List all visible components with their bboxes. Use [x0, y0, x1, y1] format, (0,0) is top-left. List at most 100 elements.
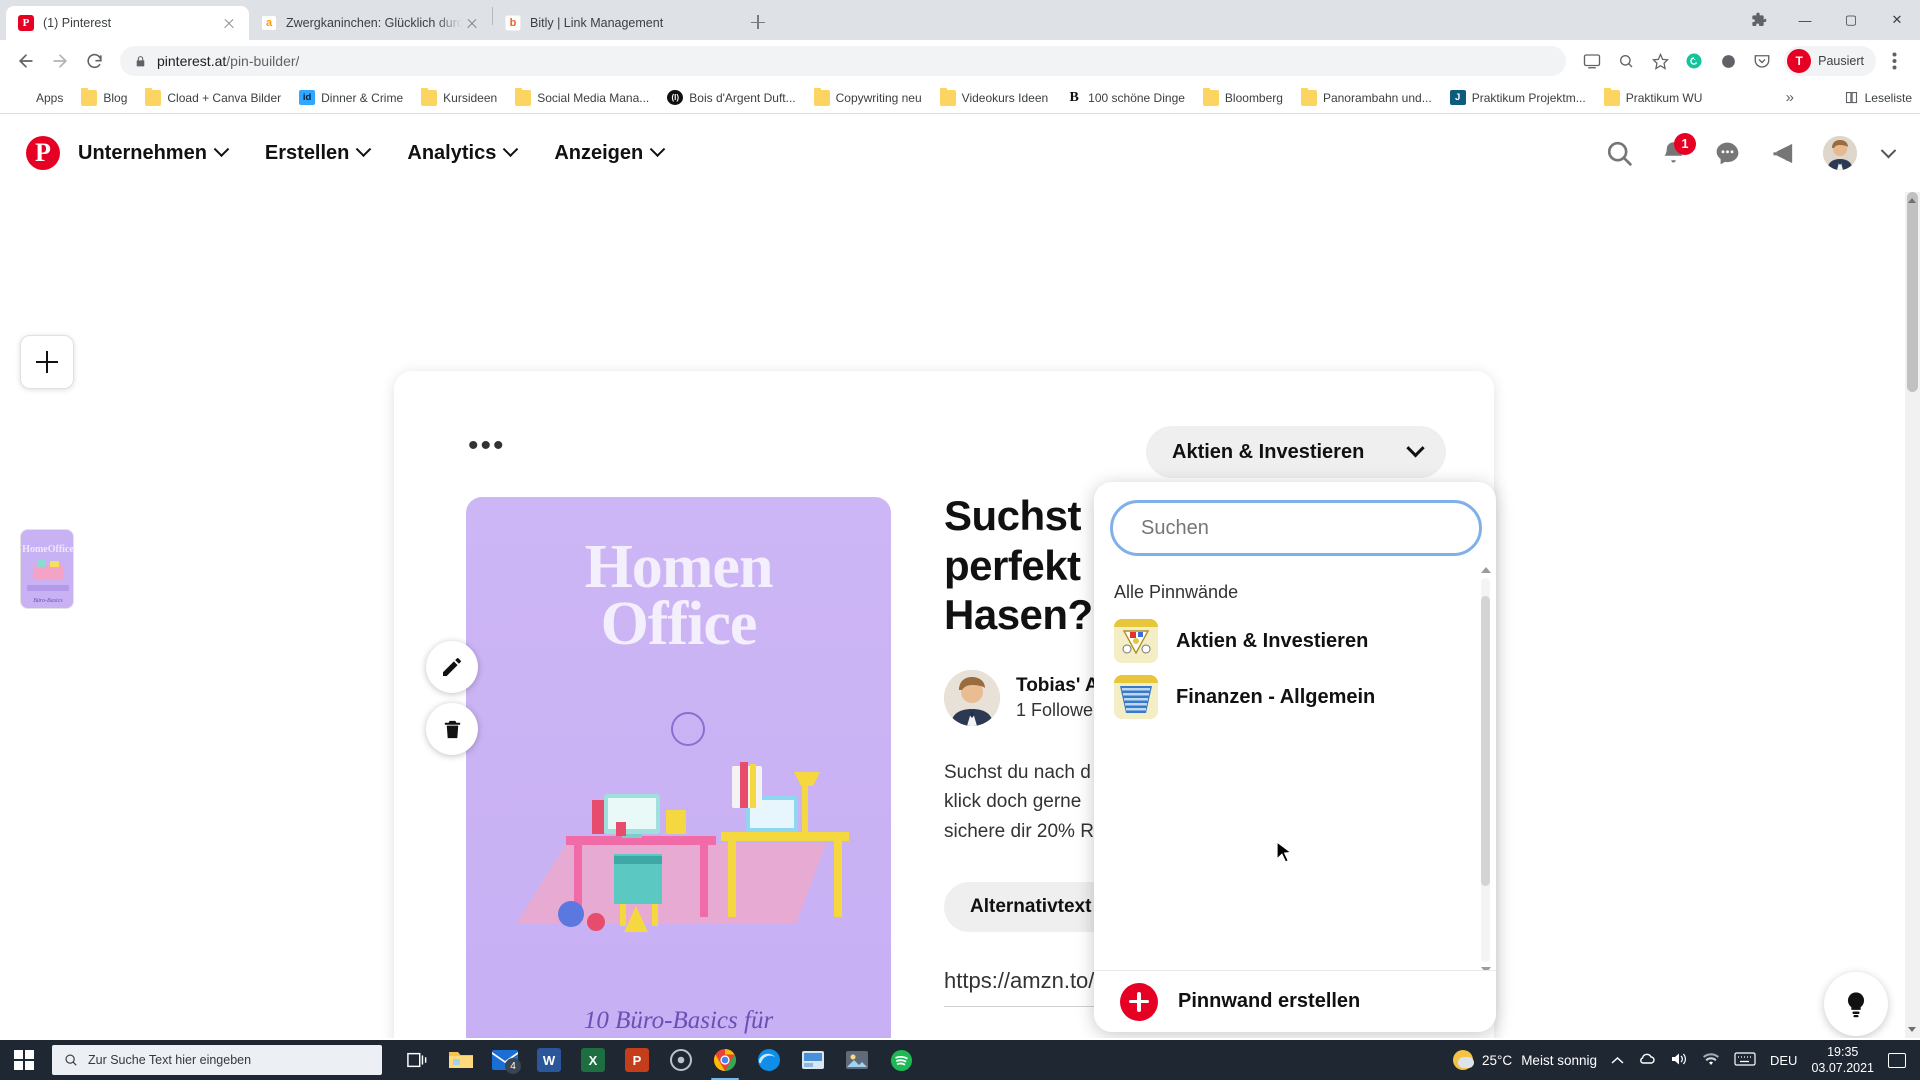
- chrome-button[interactable]: [704, 1040, 746, 1080]
- taskbar-search-input[interactable]: Zur Suche Text hier eingeben: [52, 1045, 382, 1075]
- alt-text-button[interactable]: Alternativtext: [944, 881, 1118, 932]
- nav-unternehmen[interactable]: Unternehmen: [78, 140, 230, 165]
- volume-icon[interactable]: [1670, 1051, 1688, 1070]
- bookmark-cload-canva[interactable]: Cload + Canva Bilder: [137, 86, 289, 110]
- create-board-row[interactable]: Pinnwand erstellen: [1094, 970, 1496, 1032]
- photos-button[interactable]: [836, 1040, 878, 1080]
- reload-icon[interactable]: [78, 45, 110, 77]
- onedrive-icon[interactable]: [1638, 1052, 1656, 1069]
- nav-analytics[interactable]: Analytics: [407, 140, 519, 165]
- account-menu-chevron-down-icon[interactable]: [1880, 142, 1897, 159]
- back-icon[interactable]: [10, 45, 42, 77]
- chrome-icon: [714, 1049, 736, 1071]
- clock[interactable]: 19:35 03.07.2021: [1811, 1044, 1874, 1076]
- board-select-value: Aktien & Investieren: [1172, 440, 1365, 463]
- pin-thumbnail[interactable]: HomeOffice Büro-Basics: [20, 529, 74, 609]
- media-button[interactable]: [660, 1040, 702, 1080]
- minimize-button[interactable]: —: [1782, 4, 1828, 36]
- search-icon[interactable]: [1605, 139, 1634, 168]
- messages-chat-icon[interactable]: [1713, 139, 1742, 168]
- close-window-button[interactable]: ✕: [1874, 4, 1920, 36]
- close-icon[interactable]: [462, 13, 482, 33]
- board-item-aktien[interactable]: Aktien & Investieren: [1094, 613, 1496, 669]
- edge-button[interactable]: [748, 1040, 790, 1080]
- forward-icon[interactable]: [44, 45, 76, 77]
- bookmarks-overflow-button[interactable]: »: [1780, 87, 1800, 108]
- tab-pinterest[interactable]: P (1) Pinterest: [6, 6, 249, 40]
- board-list-scrollbar[interactable]: [1481, 567, 1491, 973]
- spotify-button[interactable]: [880, 1040, 922, 1080]
- bookmark-label: Panorambahn und...: [1322, 90, 1432, 105]
- bookmark-bloomberg[interactable]: Bloomberg: [1195, 86, 1291, 110]
- wifi-icon[interactable]: [1702, 1052, 1720, 1069]
- bookmark-bois-dargent[interactable]: (I) Bois d'Argent Duft...: [659, 86, 803, 109]
- edit-image-button[interactable]: [426, 641, 478, 693]
- pinterest-logo[interactable]: P: [26, 136, 60, 170]
- chevron-up-icon[interactable]: [1611, 1053, 1624, 1068]
- idea-bulb-button[interactable]: [1824, 972, 1888, 1036]
- weather-widget[interactable]: 25°C Meist sonnig: [1453, 1050, 1597, 1070]
- bookmark-praktikum-wu[interactable]: Praktikum WU: [1596, 86, 1711, 110]
- close-icon[interactable]: [219, 13, 239, 33]
- kebab-menu-icon[interactable]: [1878, 45, 1910, 77]
- board-search-input[interactable]: Suchen: [1110, 500, 1482, 556]
- bookmark-blog[interactable]: Blog: [73, 86, 135, 110]
- add-pin-button[interactable]: [20, 335, 74, 389]
- extension-icon[interactable]: [1712, 45, 1744, 77]
- task-view-button[interactable]: [396, 1040, 438, 1080]
- scroll-down-arrow-icon[interactable]: [1908, 1027, 1916, 1032]
- pocket-icon[interactable]: [1746, 45, 1778, 77]
- star-icon[interactable]: [1644, 45, 1676, 77]
- browser-profile-button[interactable]: T Pausiert: [1784, 46, 1876, 76]
- maximize-button[interactable]: ▢: [1828, 4, 1874, 36]
- mail-button[interactable]: 4: [484, 1040, 526, 1080]
- bookmark-videokurs[interactable]: Videokurs Ideen: [932, 86, 1057, 110]
- bookmark-dinner-crime[interactable]: id Dinner & Crime: [291, 86, 411, 109]
- page-scrollbar[interactable]: [1905, 192, 1920, 1038]
- file-explorer-button[interactable]: [440, 1040, 482, 1080]
- language-indicator[interactable]: DEU: [1770, 1053, 1797, 1068]
- bookmark-100-dinge[interactable]: B 100 schöne Dinge: [1058, 86, 1193, 110]
- navigation-bar: pinterest.at/pin-builder/ T Pausiert: [0, 40, 1920, 82]
- indesign-icon: id: [299, 90, 316, 105]
- scroll-up-arrow-icon[interactable]: [1481, 567, 1491, 573]
- board-select-button[interactable]: Aktien & Investieren: [1146, 426, 1446, 478]
- notifications-bell-icon[interactable]: 1: [1660, 132, 1696, 167]
- spotify-icon: [890, 1049, 912, 1071]
- delete-image-button[interactable]: [426, 703, 478, 755]
- word-button[interactable]: W: [528, 1040, 570, 1080]
- reading-list-button[interactable]: Leseliste: [1844, 90, 1912, 105]
- bookmark-apps[interactable]: Apps: [6, 86, 71, 110]
- nav-erstellen[interactable]: Erstellen: [265, 140, 372, 165]
- action-center-button[interactable]: [1888, 1052, 1906, 1068]
- tab-amazon[interactable]: a Zwergkaninchen: Glücklich durch: [249, 6, 492, 40]
- app-button[interactable]: [792, 1040, 834, 1080]
- zoom-icon[interactable]: [1610, 45, 1642, 77]
- grammarly-icon[interactable]: [1678, 45, 1710, 77]
- scrollbar-thumb[interactable]: [1481, 596, 1490, 886]
- address-bar[interactable]: pinterest.at/pin-builder/: [120, 46, 1567, 76]
- tab-bitly[interactable]: b Bitly | Link Management: [493, 6, 736, 40]
- announcements-megaphone-icon[interactable]: [1768, 139, 1797, 168]
- start-button[interactable]: [0, 1040, 48, 1080]
- bookmark-panorambahn[interactable]: Panorambahn und...: [1293, 86, 1440, 110]
- keyboard-icon[interactable]: [1734, 1051, 1756, 1069]
- bookmark-social-media[interactable]: Social Media Mana...: [507, 86, 657, 110]
- bookmark-kursideen[interactable]: Kursideen: [413, 86, 505, 110]
- powerpoint-button[interactable]: P: [616, 1040, 658, 1080]
- board-item-finanzen[interactable]: Finanzen - Allgemein: [1094, 669, 1496, 725]
- scroll-up-arrow-icon[interactable]: [1908, 198, 1916, 203]
- new-tab-button[interactable]: [744, 8, 772, 36]
- bookmark-praktikum-projektm[interactable]: J Praktikum Projektm...: [1442, 86, 1594, 109]
- taskbar-tray: 25°C Meist sonnig DEU 19:35 03.07.2021: [1453, 1044, 1920, 1076]
- extensions-puzzle-icon[interactable]: [1736, 4, 1782, 36]
- more-options-button[interactable]: •••: [468, 431, 506, 461]
- url-host: pinterest.at: [157, 53, 227, 69]
- excel-button[interactable]: X: [572, 1040, 614, 1080]
- nav-anzeigen[interactable]: Anzeigen: [554, 140, 666, 165]
- pin-image-preview[interactable]: Homen Office 10 Büro-Basics für: [466, 497, 891, 1038]
- scrollbar-thumb[interactable]: [1907, 192, 1918, 392]
- cast-icon[interactable]: [1576, 45, 1608, 77]
- bookmark-copywriting[interactable]: Copywriting neu: [806, 86, 930, 110]
- avatar[interactable]: [1823, 136, 1857, 170]
